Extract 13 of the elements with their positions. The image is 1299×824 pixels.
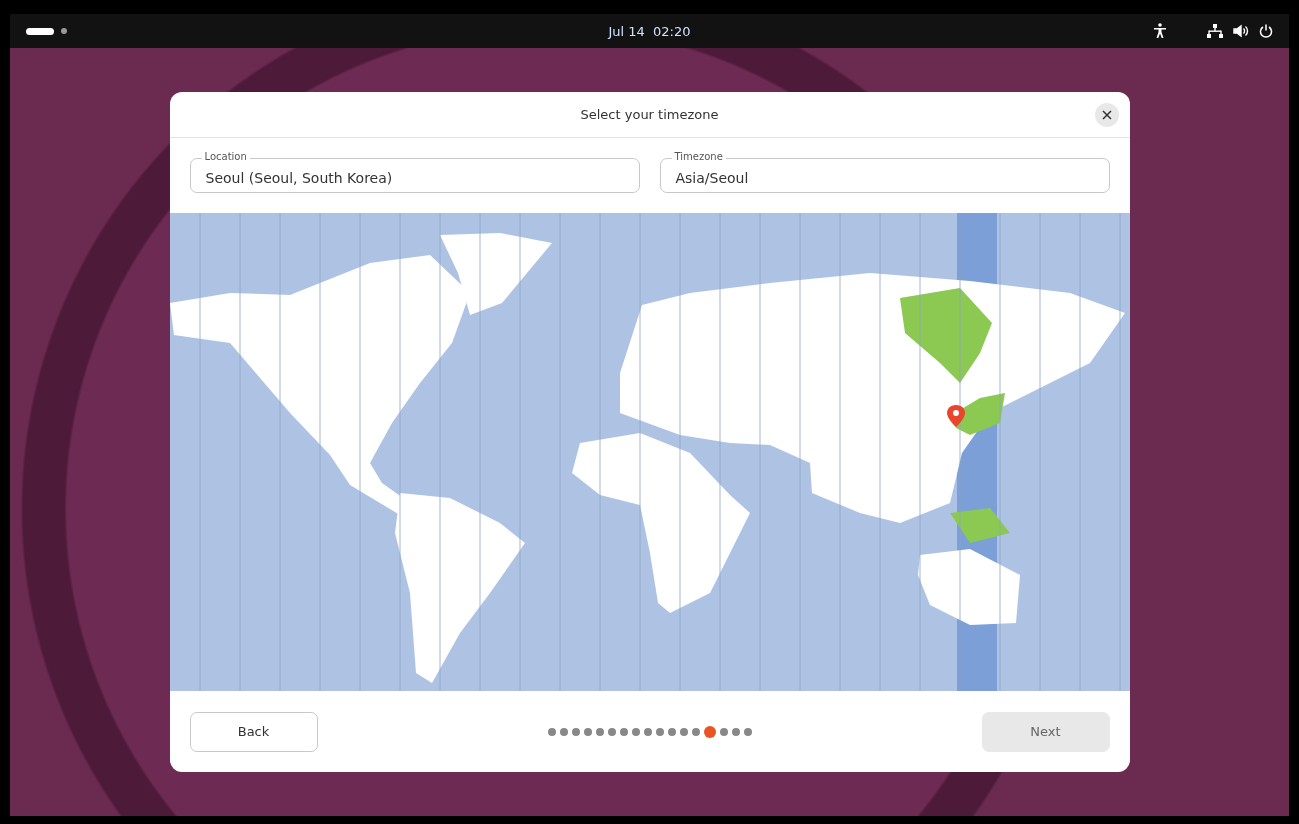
accessibility-icon[interactable] bbox=[1153, 23, 1167, 39]
field-label: Timezone bbox=[671, 151, 726, 163]
volume-icon[interactable] bbox=[1233, 24, 1249, 38]
clock[interactable]: Jul 14 02:20 bbox=[608, 23, 691, 39]
power-icon[interactable] bbox=[1259, 24, 1273, 38]
dialog-title: Select your timezone bbox=[580, 107, 719, 122]
close-button[interactable] bbox=[1094, 103, 1119, 127]
close-icon[interactable] bbox=[1101, 110, 1112, 120]
workspace-indicator[interactable] bbox=[26, 27, 54, 35]
field-label: Location bbox=[201, 151, 250, 163]
back-button[interactable]: Back bbox=[189, 711, 318, 752]
workspace-indicator[interactable] bbox=[61, 28, 67, 34]
network-icon[interactable] bbox=[1207, 24, 1223, 38]
